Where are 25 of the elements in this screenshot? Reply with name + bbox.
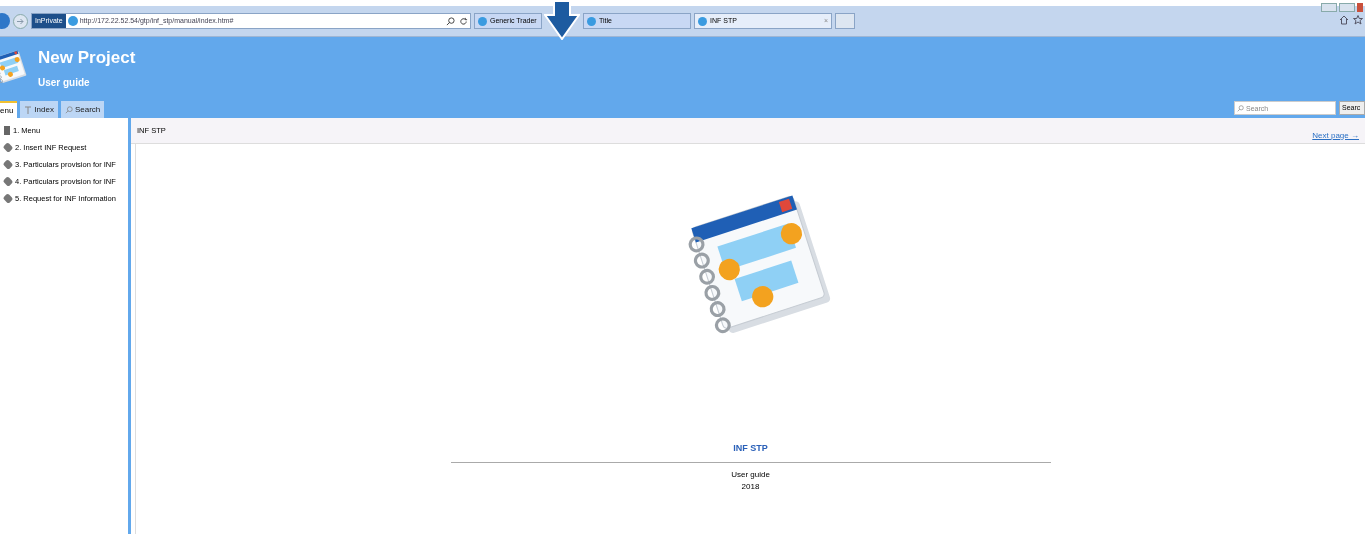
new-tab-button[interactable] bbox=[835, 13, 855, 29]
search-icon bbox=[64, 105, 73, 114]
home-icon[interactable] bbox=[1339, 15, 1349, 25]
star-icon[interactable] bbox=[1353, 15, 1363, 25]
forward-icon[interactable] bbox=[13, 13, 28, 29]
sidebar-tab[interactable]: Search bbox=[60, 101, 105, 118]
project-title: New Project bbox=[38, 47, 136, 69]
page-icon bbox=[2, 176, 14, 187]
project-subtitle: User guide bbox=[38, 75, 91, 90]
page-icon bbox=[698, 16, 707, 26]
down-arrow-icon bbox=[544, 0, 580, 40]
page-icon bbox=[2, 142, 14, 153]
next-page-link[interactable]: Next page → bbox=[1312, 119, 1359, 142]
pin-icon bbox=[24, 105, 33, 114]
document-year: 2018 bbox=[741, 480, 760, 493]
document-title: INF STP bbox=[733, 442, 768, 455]
page-icon bbox=[2, 159, 14, 170]
page-icon bbox=[2, 193, 14, 204]
page-icon bbox=[478, 16, 487, 26]
sidebar-tab[interactable]: Index bbox=[20, 101, 58, 118]
document-subtitle: User guide bbox=[731, 468, 770, 481]
book-icon bbox=[4, 126, 10, 135]
sidebar-tab[interactable]: enu bbox=[0, 101, 18, 118]
search-icon bbox=[1237, 105, 1244, 112]
page-icon bbox=[587, 16, 596, 26]
